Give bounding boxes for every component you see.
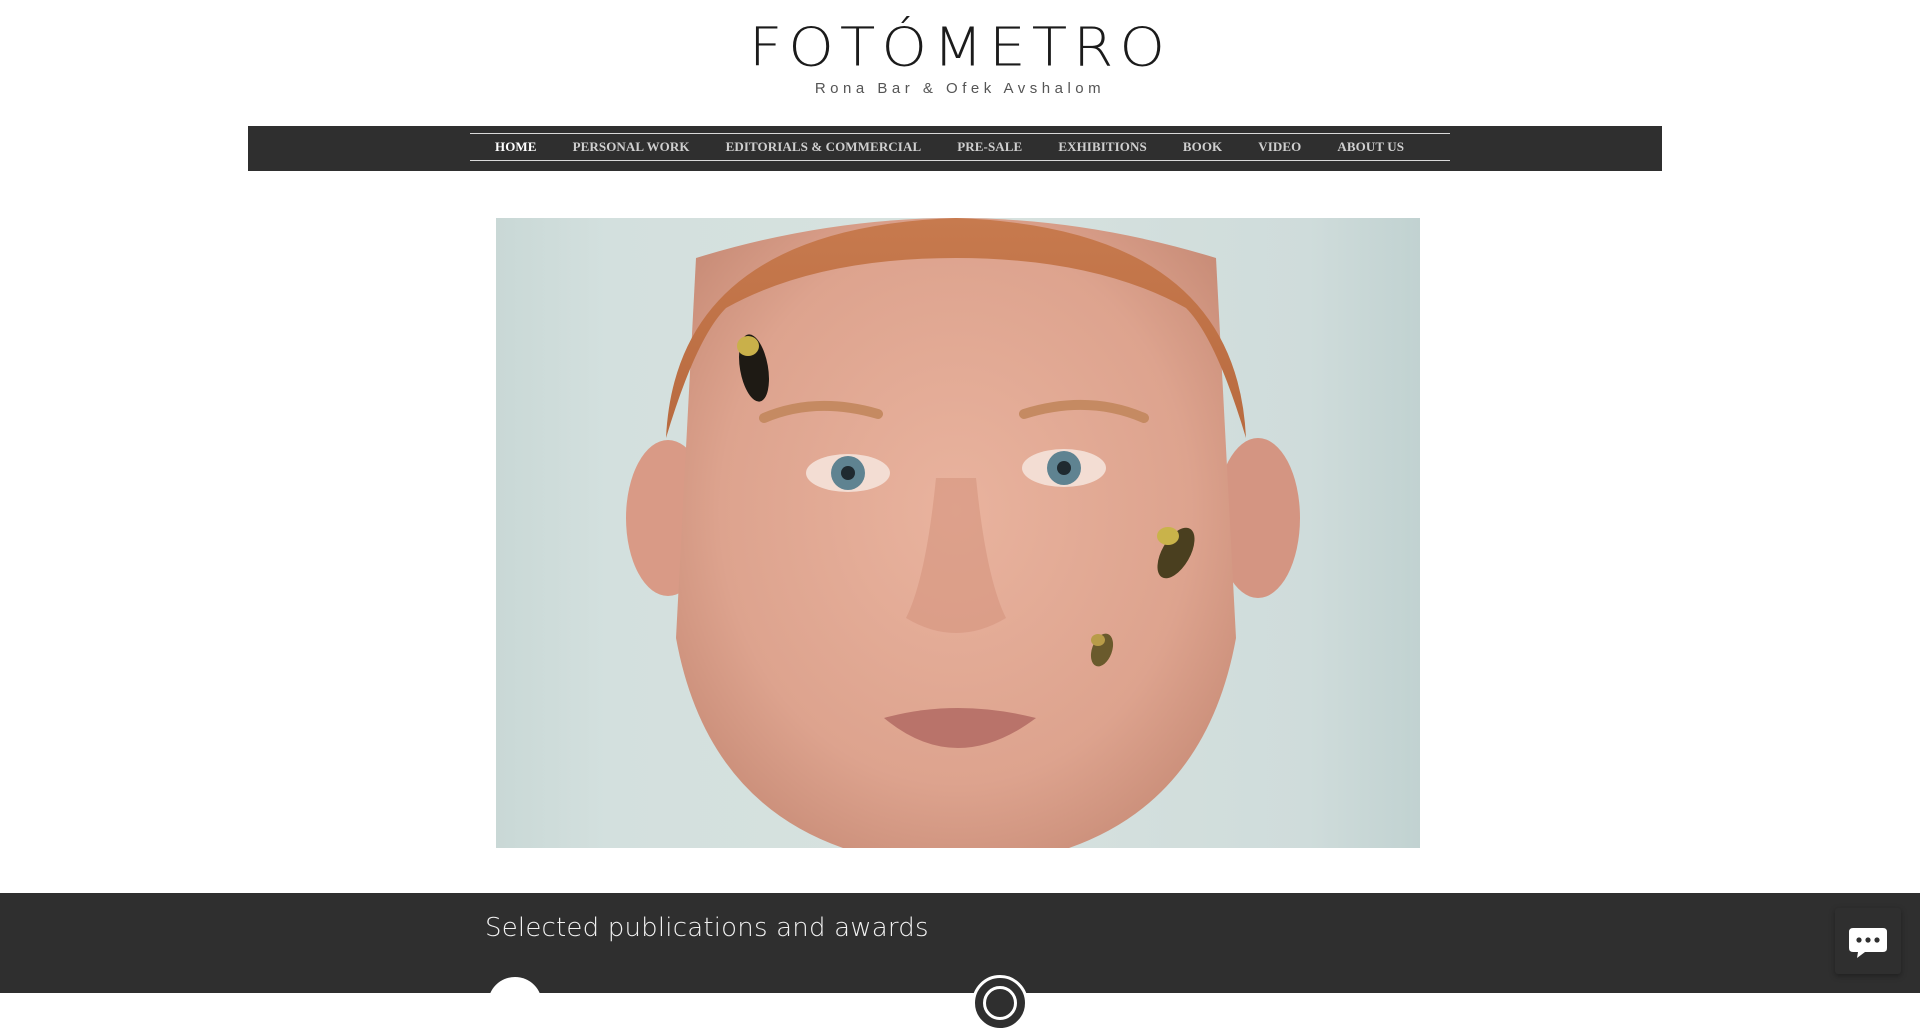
site-title[interactable]: FOTÓMETRO bbox=[0, 11, 1920, 83]
chat-button[interactable] bbox=[1835, 908, 1901, 974]
publications-heading: Selected publications and awards bbox=[485, 913, 929, 943]
nav-item-exhibitions[interactable]: EXHIBITIONS bbox=[1040, 139, 1165, 155]
nav-item-book[interactable]: BOOK bbox=[1165, 139, 1240, 155]
site-subtitle: Rona Bar & Ofek Avshalom bbox=[814, 80, 1106, 97]
nav-item-pre-sale[interactable]: PRE-SALE bbox=[939, 139, 1040, 155]
nav-item-about-us[interactable]: ABOUT US bbox=[1319, 139, 1422, 155]
left-pupil bbox=[841, 466, 855, 480]
publication-logo bbox=[488, 977, 542, 1031]
hero-portrait-illustration bbox=[626, 218, 1300, 848]
main-nav: HOME PERSONAL WORK EDITORIALS & COMMERCI… bbox=[248, 126, 1662, 171]
nav-item-editorials-commercial[interactable]: EDITORIALS & COMMERCIAL bbox=[708, 139, 940, 155]
award-logo bbox=[972, 975, 1028, 1031]
site-header: FOTÓMETRO Rona Bar & Ofek Avshalom bbox=[0, 0, 1920, 125]
right-pupil bbox=[1057, 461, 1071, 475]
chat-bubble-icon bbox=[1849, 928, 1887, 958]
nav-item-home[interactable]: HOME bbox=[477, 139, 555, 155]
nav-item-video[interactable]: VIDEO bbox=[1240, 139, 1319, 155]
hero-image bbox=[496, 218, 1420, 848]
publications-section: Selected publications and awards bbox=[0, 893, 1920, 1031]
nav-menu: HOME PERSONAL WORK EDITORIALS & COMMERCI… bbox=[470, 133, 1450, 161]
nav-item-personal-work[interactable]: PERSONAL WORK bbox=[555, 139, 708, 155]
